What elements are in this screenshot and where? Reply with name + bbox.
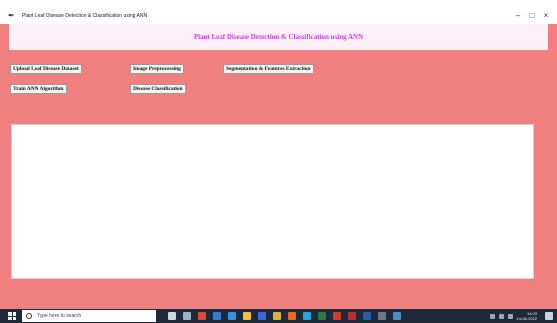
task-view-icon[interactable] [183, 312, 191, 320]
window-controls: – □ × [511, 8, 553, 24]
clock[interactable]: 14:03 14-06-2022 [517, 311, 537, 321]
minimize-button[interactable]: – [511, 8, 525, 24]
app-header: Plant Leaf Disease Detection & Classific… [9, 24, 548, 50]
word-icon[interactable] [363, 312, 371, 320]
segmentation-button[interactable]: Segmentation & Features Extraction [223, 64, 314, 74]
app-icon[interactable] [198, 312, 206, 320]
app-icon[interactable] [288, 312, 296, 320]
python-icon[interactable] [393, 312, 401, 320]
windows-start-icon[interactable] [8, 312, 16, 320]
app-title: Plant Leaf Disease Detection & Classific… [193, 33, 364, 41]
mail-icon[interactable] [228, 312, 236, 320]
app-icon[interactable] [378, 312, 386, 320]
search-icon [26, 313, 32, 319]
disease-classification-button[interactable]: Disease Classification [130, 84, 186, 94]
notification-icon[interactable] [545, 312, 553, 320]
clock-date: 14-06-2022 [516, 316, 537, 321]
close-button[interactable]: × [539, 8, 553, 24]
image-preprocessing-button[interactable]: Image Preprocessing [130, 64, 184, 74]
top-strip [0, 0, 557, 8]
search-placeholder: Type here to search [37, 313, 82, 319]
chevron-up-icon[interactable] [489, 313, 495, 319]
system-tray: 14:03 14-06-2022 [489, 309, 553, 323]
taskbar-search[interactable]: Type here to search [22, 310, 156, 322]
app-icon[interactable] [348, 312, 356, 320]
taskbar: Type here to search 14:03 14-06-2022 [0, 309, 557, 323]
title-bar: ✒ Plant Leaf Disease Detection & Classif… [0, 8, 557, 24]
upload-dataset-button[interactable]: Upload Leaf Disease Dataset [10, 64, 82, 74]
taskbar-apps [168, 312, 408, 320]
store-icon[interactable] [258, 312, 266, 320]
output-text-area[interactable] [11, 124, 534, 279]
microphone-icon[interactable] [168, 312, 176, 320]
folder-icon[interactable] [243, 312, 251, 320]
network-icon[interactable] [498, 313, 504, 319]
window-title: Plant Leaf Disease Detection & Classific… [22, 13, 148, 19]
maximize-button[interactable]: □ [525, 8, 539, 24]
excel-icon[interactable] [318, 312, 326, 320]
train-ann-button[interactable]: Train ANN Algorithm [10, 84, 67, 94]
app-icon[interactable] [303, 312, 311, 320]
edge-icon[interactable] [213, 312, 221, 320]
acrobat-icon[interactable] [333, 312, 341, 320]
chrome-icon[interactable] [273, 312, 281, 320]
volume-icon[interactable] [507, 313, 513, 319]
feather-icon: ✒ [8, 11, 15, 20]
